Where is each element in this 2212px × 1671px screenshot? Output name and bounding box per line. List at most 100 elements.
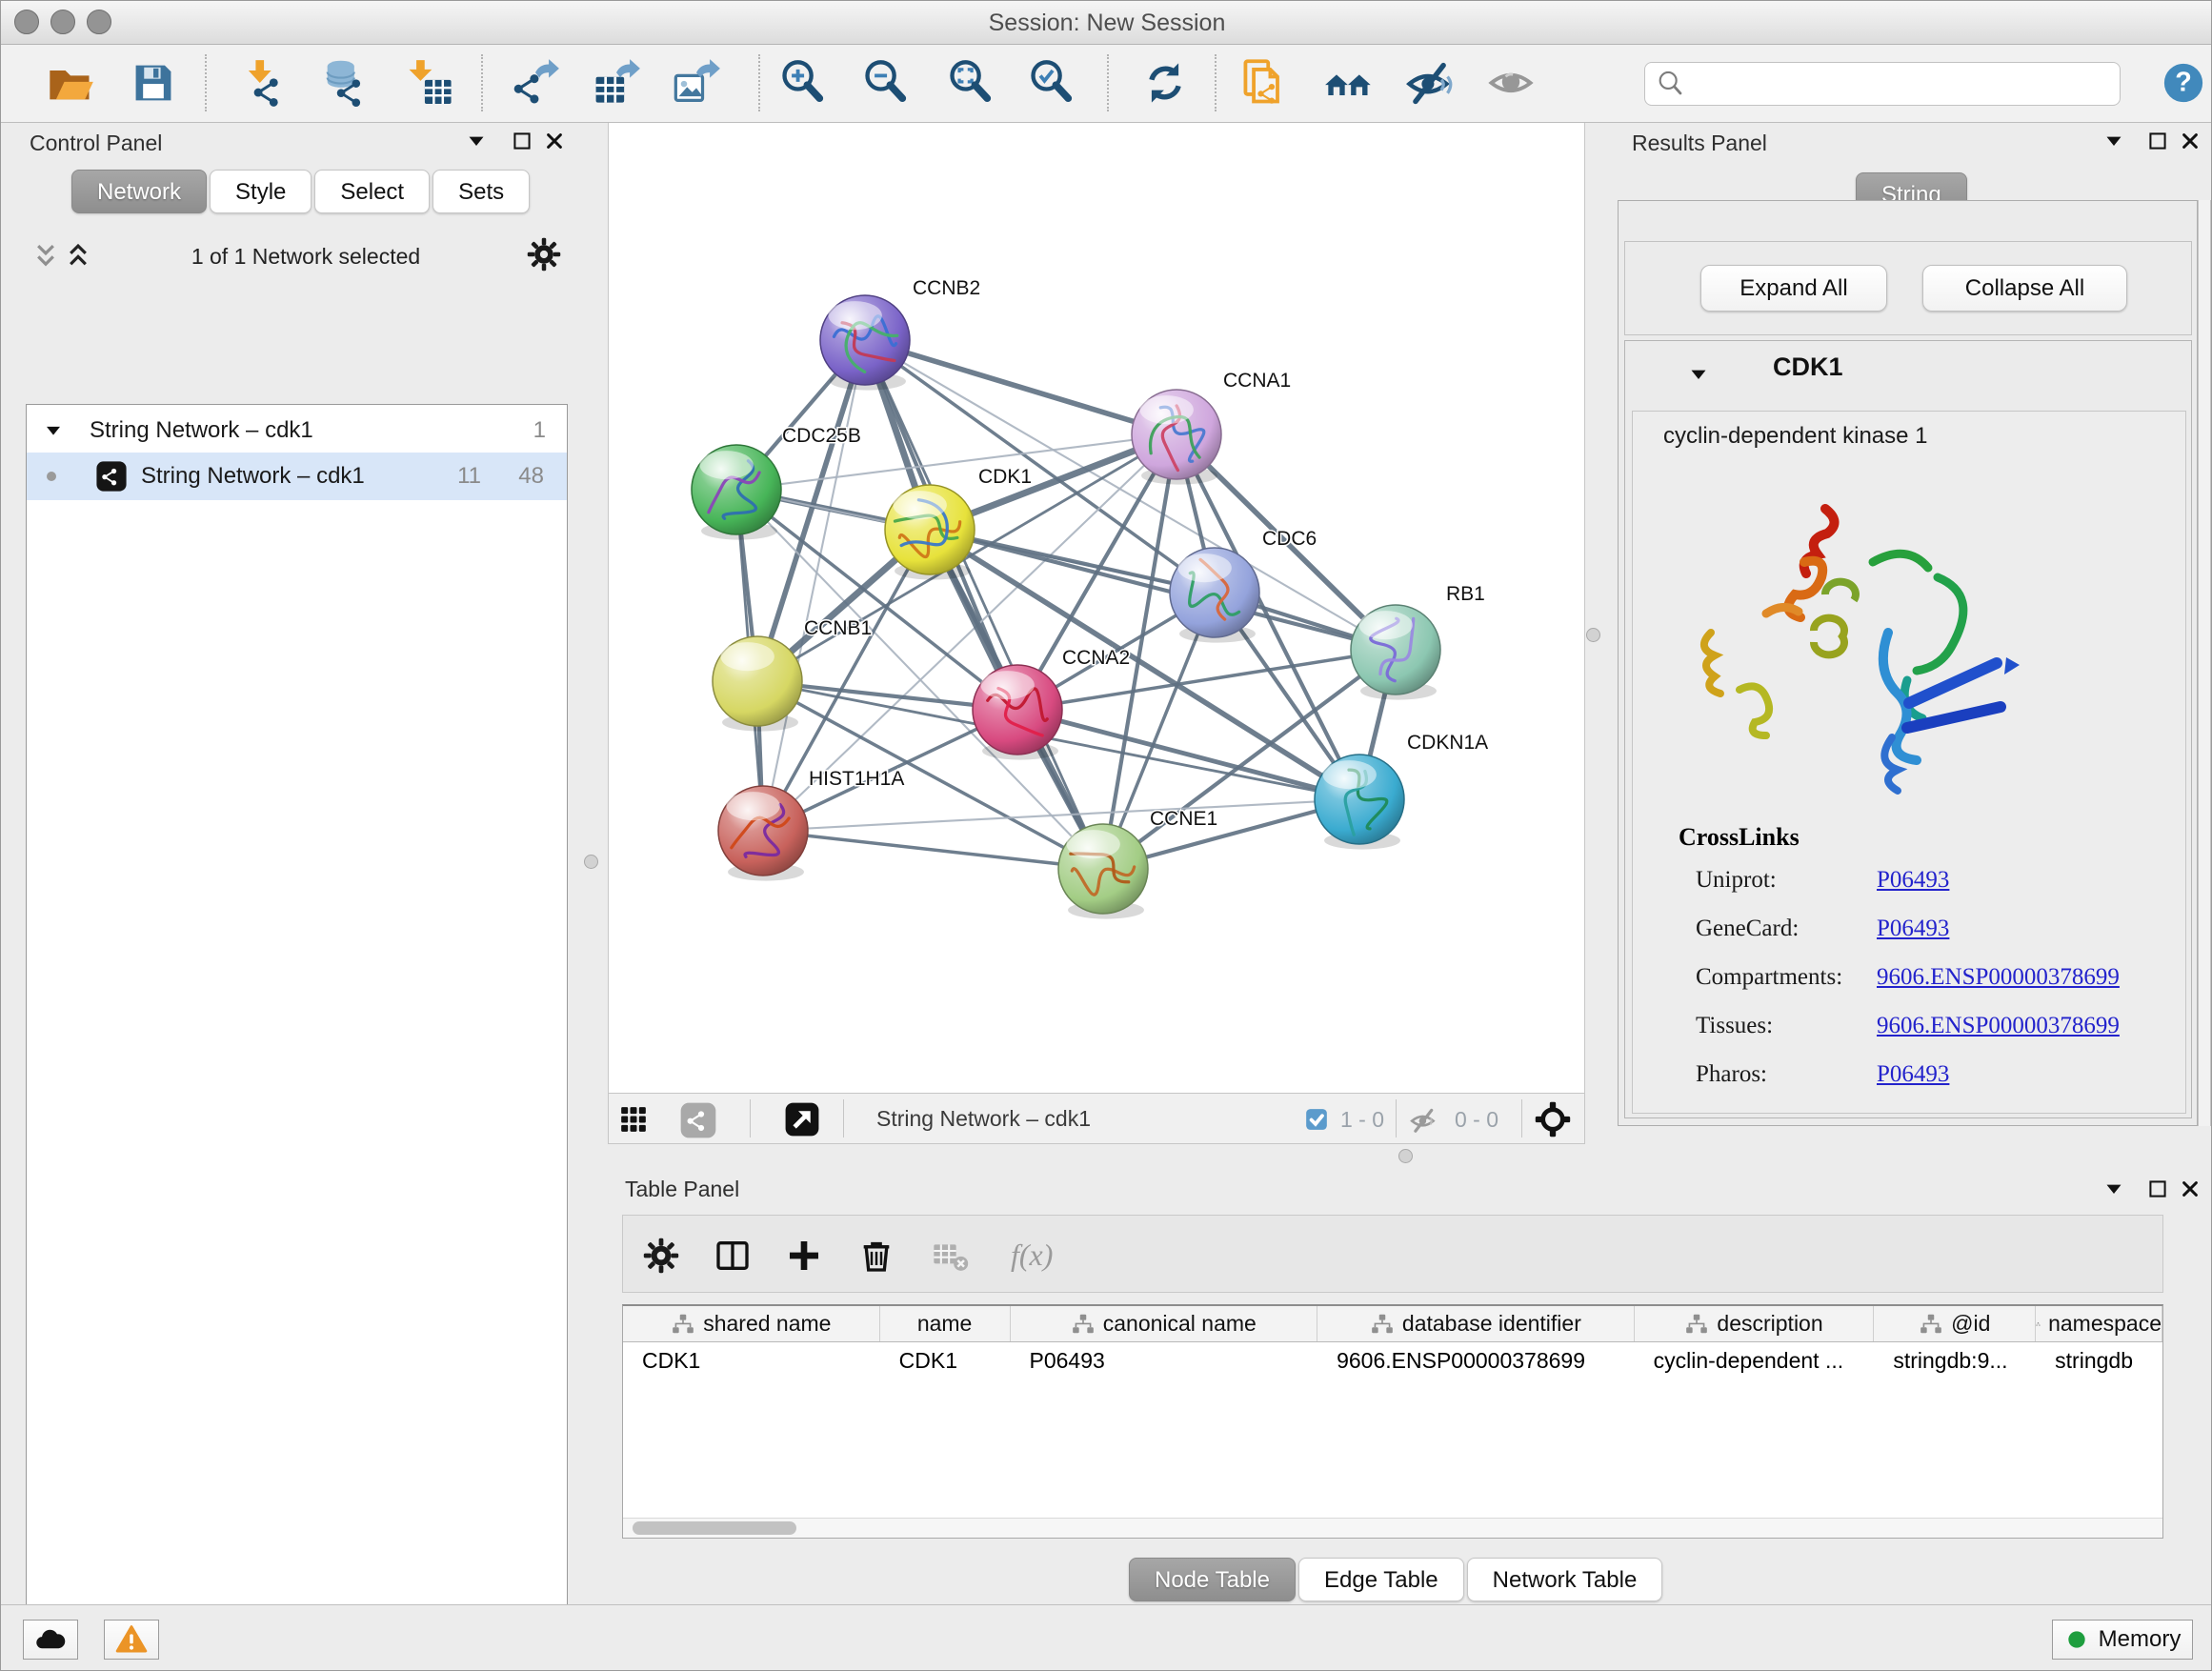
network-node-RB1[interactable] [1351,605,1440,700]
help-button[interactable]: ? [2162,61,2205,105]
tab-style[interactable]: Style [210,170,312,213]
control-panel-collapse-button[interactable] [460,125,493,157]
table-cell[interactable]: CDK1 [623,1342,880,1382]
results-panel-collapse-button[interactable] [2098,125,2130,157]
network-node-HIST1H1A[interactable] [718,786,808,881]
tab-sets[interactable]: Sets [432,170,530,213]
network-edge-CDK1-RB1[interactable] [930,530,1396,650]
hidden-eye-slash-icon[interactable] [1409,1106,1438,1135]
crosslink-value-link[interactable]: P06493 [1877,916,1949,942]
network-node-CCNB1[interactable] [713,636,802,732]
search-input[interactable] [1687,65,2120,103]
selected-checkbox-icon[interactable] [1304,1107,1329,1132]
network-node-CCNA2[interactable] [973,665,1062,760]
tab-select[interactable]: Select [314,170,430,213]
results-scrollbar[interactable] [2198,200,2211,1126]
zoom-in-button[interactable] [775,55,831,111]
update-button[interactable] [1137,55,1193,111]
table-options-gear-icon[interactable] [640,1235,682,1277]
delete-column-icon[interactable] [855,1235,897,1277]
crosslink-value-link[interactable]: P06493 [1877,867,1949,894]
network-node-CDC6[interactable] [1170,548,1259,643]
new-network-from-selection-button[interactable] [1237,55,1293,111]
cloud-button[interactable] [23,1620,78,1660]
warnings-button[interactable] [104,1620,159,1660]
expand-all-networks-icon[interactable] [62,239,100,273]
table-cell[interactable]: cyclin-dependent ... [1635,1342,1875,1382]
network-node-CDK1[interactable] [885,485,975,580]
tab-network-table[interactable]: Network Table [1467,1558,1663,1601]
import-network-database-button[interactable] [316,55,372,111]
results-panel-close-button[interactable] [2174,125,2206,157]
table-panel-title: Table Panel [625,1177,739,1202]
birds-eye-view-icon[interactable] [1535,1101,1571,1137]
control-panel-float-button[interactable] [506,125,538,157]
network-node-CCNE1[interactable] [1058,824,1148,919]
gene-collapse-icon[interactable] [1684,360,1713,389]
network-options-gear-icon[interactable] [527,237,561,272]
table-cell[interactable]: CDK1 [880,1342,1011,1382]
table-cell[interactable]: stringdb [2036,1342,2162,1382]
tab-edge-table[interactable]: Edge Table [1298,1558,1464,1601]
network-edge-HIST1H1A-CCNE1[interactable] [763,831,1103,869]
splitter-handle-left[interactable] [584,855,598,869]
memory-button[interactable]: Memory [2052,1620,2193,1660]
hide-selected-button[interactable] [1401,55,1457,111]
tab-network[interactable]: Network [71,170,207,213]
network-node-CDKN1A[interactable] [1315,755,1404,850]
network-edge-CCNB2-HIST1H1A[interactable] [763,340,865,831]
column-header-description[interactable]: description [1635,1306,1875,1341]
table-panel-collapse-button[interactable] [2098,1173,2130,1205]
network-node-CCNA1[interactable] [1132,390,1221,485]
table-row[interactable]: CDK1CDK1P064939606.ENSP00000378699cyclin… [623,1342,2162,1382]
string-view-icon[interactable] [679,1101,717,1139]
export-image-button[interactable] [669,55,724,111]
table-cell[interactable]: P06493 [1011,1342,1318,1382]
import-network-file-button[interactable] [235,55,291,111]
table-cell[interactable]: stringdb:9... [1874,1342,2036,1382]
show-all-button[interactable] [1483,55,1538,111]
add-column-icon[interactable] [783,1235,825,1277]
expand-all-button[interactable]: Expand All [1700,265,1887,312]
column-header-shared-name[interactable]: shared name [623,1306,880,1341]
network-edge-CCNB2-CCNA1[interactable] [865,340,1176,434]
column-header-canonical-name[interactable]: canonical name [1011,1306,1318,1341]
open-in-browser-icon[interactable] [784,1101,820,1137]
results-panel-float-button[interactable] [2142,125,2174,157]
tree-expand-icon[interactable] [40,417,69,444]
export-network-button[interactable] [508,55,563,111]
table-cell[interactable]: 9606.ENSP00000378699 [1317,1342,1635,1382]
network-node-CDC25B[interactable] [692,445,781,540]
tab-node-table[interactable]: Node Table [1129,1558,1296,1601]
crosslink-value-link[interactable]: 9606.ENSP00000378699 [1877,964,2120,991]
table-panel-float-button[interactable] [2142,1173,2174,1205]
table-hscrollbar-thumb[interactable] [633,1521,796,1535]
splitter-handle-right[interactable] [1586,628,1600,642]
save-session-button[interactable] [126,55,181,111]
zoom-fit-button[interactable] [943,55,998,111]
table-panel-close-button[interactable] [2174,1173,2206,1205]
column-header-namespace[interactable]: namespace [2036,1306,2162,1341]
column-header-database-identifier[interactable]: database identifier [1317,1306,1635,1341]
network-node-label-RB1: RB1 [1446,583,1485,605]
crosslink-value-link[interactable]: 9606.ENSP00000378699 [1877,1013,2120,1039]
column-header-name[interactable]: name [880,1306,1011,1341]
column-header-label: database identifier [1402,1311,1581,1337]
network-view-toolbar: String Network – cdk1 1 - 0 0 - 0 [608,1093,1585,1144]
zoom-selected-button[interactable] [1024,55,1079,111]
splitter-handle-horizontal[interactable] [1398,1149,1413,1163]
column-header--id[interactable]: @id [1874,1306,2036,1341]
crosslink-value-link[interactable]: P06493 [1877,1061,1949,1088]
network-view-canvas[interactable]: CCNB2CCNA1CDC25BCDK1CDC6RB1CCNB1CCNA2CDK… [608,123,1585,1093]
grid-view-icon[interactable] [620,1106,647,1133]
open-session-button[interactable] [43,55,98,111]
network-collection-row[interactable]: String Network – cdk1 1 [27,409,567,453]
import-table-button[interactable] [400,55,455,111]
export-table-button[interactable] [589,55,644,111]
control-panel-close-button[interactable] [538,125,571,157]
show-columns-icon[interactable] [712,1235,754,1277]
zoom-out-button[interactable] [858,55,914,111]
first-neighbors-button[interactable] [1321,55,1377,111]
network-row-selected[interactable]: String Network – cdk1 11 48 [27,453,567,500]
collapse-all-button[interactable]: Collapse All [1922,265,2127,312]
